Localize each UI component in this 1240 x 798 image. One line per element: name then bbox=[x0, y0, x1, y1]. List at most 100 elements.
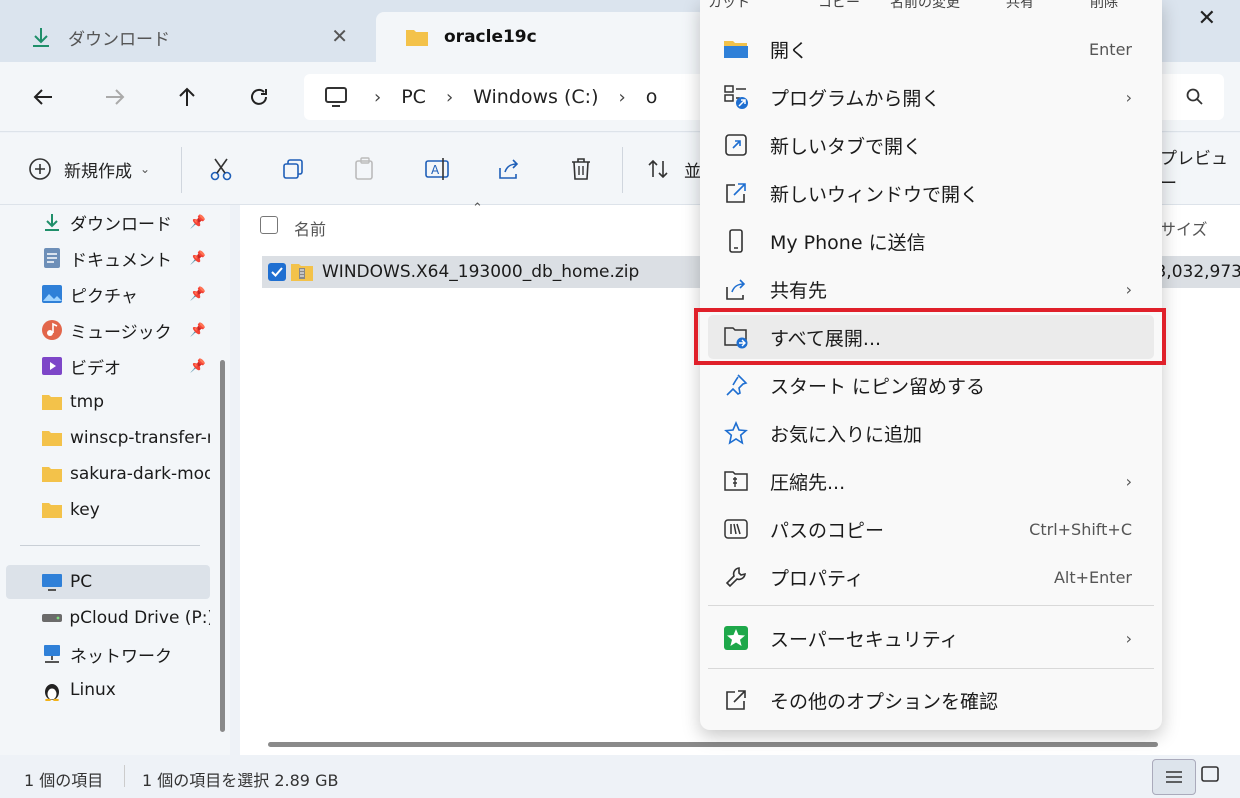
tab-label: oracle19c bbox=[444, 27, 537, 47]
menu-item-properties[interactable]: プロパティ Alt+Enter bbox=[708, 555, 1154, 599]
menu-item-share[interactable]: 共有先 › bbox=[708, 267, 1154, 311]
monitor-icon bbox=[324, 86, 348, 108]
sidebar-item-videos[interactable]: ビデオ 📌 bbox=[6, 349, 210, 383]
menu-item-open-with[interactable]: プログラムから開く › bbox=[708, 75, 1154, 119]
menu-item-compress-to[interactable]: 圧縮先... › bbox=[708, 459, 1154, 503]
highlight-box bbox=[694, 308, 1166, 365]
chevron-right-icon: › bbox=[1125, 628, 1132, 648]
sidebar-item-documents[interactable]: ドキュメント 📌 bbox=[6, 241, 210, 275]
plus-circle-icon bbox=[28, 157, 52, 181]
pin-icon bbox=[722, 371, 750, 399]
tiles-view-icon[interactable] bbox=[1200, 765, 1220, 785]
download-icon bbox=[28, 25, 54, 49]
sidebar-item-linux[interactable]: Linux bbox=[6, 673, 210, 707]
linux-icon bbox=[40, 679, 64, 701]
paste-icon[interactable] bbox=[352, 153, 378, 185]
share-icon[interactable] bbox=[496, 153, 522, 185]
refresh-icon[interactable] bbox=[244, 82, 274, 112]
status-bar: 1 個の項目 1 個の項目を選択 2.89 GB bbox=[0, 755, 1240, 798]
navigation-pane: ダウンロード 📌 ドキュメント 📌 ピクチャ 📌 ミュージック 📌 ビデオ 📌 … bbox=[0, 205, 230, 755]
new-button[interactable]: 新規作成 ⌄ bbox=[28, 153, 150, 185]
chevron-down-icon: ⌄ bbox=[140, 162, 151, 176]
phone-icon bbox=[722, 227, 750, 255]
forward-icon[interactable] bbox=[100, 82, 130, 112]
quick-action-cut[interactable]: カット bbox=[708, 0, 750, 12]
sort-label: 並 bbox=[684, 161, 701, 182]
sidebar-item-key[interactable]: key bbox=[6, 493, 210, 527]
zip-file-icon bbox=[290, 262, 314, 282]
copy-icon[interactable] bbox=[280, 153, 306, 185]
tab-oracle19c[interactable]: oracle19c bbox=[376, 12, 706, 62]
sidebar-item-winscp[interactable]: winscp-transfer-m bbox=[6, 421, 210, 455]
breadcrumb-folder[interactable]: o bbox=[646, 86, 658, 108]
column-size[interactable]: サイズ bbox=[1160, 216, 1208, 240]
sidebar-scrollbar[interactable] bbox=[220, 360, 225, 732]
quick-action-rename[interactable]: 名前の変更 bbox=[890, 0, 960, 12]
row-checkbox[interactable] bbox=[268, 263, 286, 281]
zip-icon bbox=[722, 467, 750, 495]
sidebar-item-pc[interactable]: PC bbox=[6, 565, 210, 599]
sidebar-item-pcloud[interactable]: pCloud Drive (P:) bbox=[6, 601, 210, 635]
menu-item-open-new-tab[interactable]: 新しいタブで開く bbox=[708, 123, 1154, 167]
sidebar-item-sakura[interactable]: sakura-dark-mode bbox=[6, 457, 210, 491]
drive-icon bbox=[40, 607, 63, 629]
menu-item-add-favorite[interactable]: お気に入りに追加 bbox=[708, 411, 1154, 455]
sidebar-item-pictures[interactable]: ピクチャ 📌 bbox=[6, 277, 210, 311]
star-icon bbox=[722, 419, 750, 447]
pin-icon[interactable]: 📌 bbox=[190, 323, 206, 338]
pin-icon[interactable]: 📌 bbox=[190, 215, 206, 230]
folder-icon bbox=[40, 427, 64, 449]
picture-icon bbox=[40, 283, 64, 305]
search-icon[interactable] bbox=[1186, 88, 1204, 106]
quick-action-copy[interactable]: コピー bbox=[818, 0, 860, 12]
tab-downloads[interactable]: ダウンロード ✕ bbox=[0, 12, 370, 62]
context-menu-quick-actions: カット コピー 名前の変更 共有 削除 bbox=[700, 0, 1162, 18]
network-icon bbox=[40, 643, 64, 665]
up-icon[interactable] bbox=[172, 82, 202, 112]
menu-item-copy-path[interactable]: パスのコピー Ctrl+Shift+C bbox=[708, 507, 1154, 551]
selection-info: 1 個の項目を選択 2.89 GB bbox=[142, 771, 339, 790]
sidebar-item-downloads[interactable]: ダウンロード 📌 bbox=[6, 205, 210, 239]
folder-icon bbox=[404, 25, 430, 49]
close-icon[interactable]: ✕ bbox=[331, 24, 348, 48]
delete-icon[interactable] bbox=[568, 153, 594, 185]
pin-icon[interactable]: 📌 bbox=[190, 251, 206, 266]
open-with-icon bbox=[722, 83, 750, 111]
menu-item-super-security[interactable]: スーパーセキュリティ › bbox=[708, 616, 1154, 660]
window-close-icon[interactable]: ✕ bbox=[1198, 6, 1216, 31]
chevron-right-icon: › bbox=[618, 86, 626, 108]
rename-icon[interactable]: A bbox=[424, 153, 452, 185]
quick-action-share[interactable]: 共有 bbox=[1006, 0, 1034, 12]
document-icon bbox=[40, 247, 64, 269]
breadcrumb-drive[interactable]: Windows (C:) bbox=[473, 86, 598, 108]
quick-action-delete[interactable]: 削除 bbox=[1090, 0, 1118, 12]
cut-icon[interactable] bbox=[208, 153, 234, 185]
new-label: 新規作成 bbox=[64, 161, 132, 182]
menu-item-open[interactable]: 開く Enter bbox=[708, 27, 1154, 71]
menu-item-more-options[interactable]: その他のオプションを確認 bbox=[708, 678, 1154, 722]
file-name: WINDOWS.X64_193000_db_home.zip bbox=[322, 262, 640, 282]
column-name[interactable]: 名前 bbox=[294, 216, 326, 240]
sidebar-item-music[interactable]: ミュージック 📌 bbox=[6, 313, 210, 347]
menu-item-pin-start[interactable]: スタート にピン留めする bbox=[708, 363, 1154, 407]
folder-icon bbox=[40, 499, 64, 521]
video-icon bbox=[40, 355, 64, 377]
pin-icon[interactable]: 📌 bbox=[190, 359, 206, 374]
sort-button[interactable]: 並 bbox=[646, 153, 701, 185]
pin-icon[interactable]: 📌 bbox=[190, 287, 206, 302]
chevron-right-icon: › bbox=[374, 86, 382, 108]
svg-text:A: A bbox=[431, 163, 440, 177]
menu-item-send-to-phone[interactable]: My Phone に送信 bbox=[708, 219, 1154, 263]
folder-icon bbox=[40, 463, 64, 485]
horizontal-scrollbar[interactable] bbox=[268, 742, 1158, 747]
sidebar-item-network[interactable]: ネットワーク bbox=[6, 637, 210, 671]
back-icon[interactable] bbox=[28, 82, 58, 112]
details-view-icon[interactable] bbox=[1152, 759, 1196, 795]
select-all-checkbox[interactable] bbox=[260, 216, 278, 234]
sidebar-item-tmp[interactable]: tmp bbox=[6, 385, 210, 419]
sidebar-divider bbox=[20, 545, 200, 546]
preview-button[interactable]: プレビュー bbox=[1160, 149, 1240, 194]
share-icon bbox=[722, 275, 750, 303]
breadcrumb-pc[interactable]: PC bbox=[401, 86, 426, 108]
menu-item-open-new-window[interactable]: 新しいウィンドウで開く bbox=[708, 171, 1154, 215]
